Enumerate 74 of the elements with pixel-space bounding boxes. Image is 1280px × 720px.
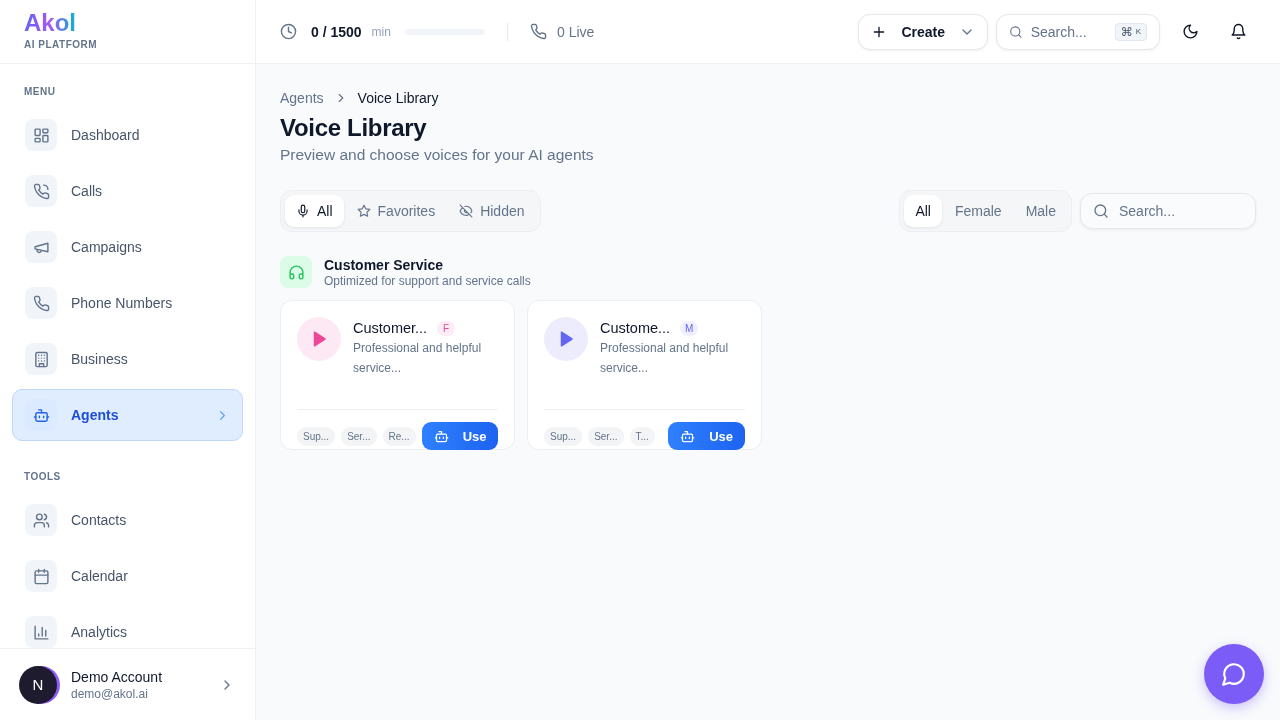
voice-description: Professional and helpful service... <box>600 340 730 377</box>
play-button[interactable] <box>297 317 341 361</box>
chat-bubble-icon <box>1221 661 1247 687</box>
chart-icon <box>32 623 50 641</box>
sidebar-item[interactable]: Analytics <box>12 606 243 648</box>
search-icon <box>1009 23 1023 40</box>
search-field[interactable]: Search... <box>1080 193 1256 229</box>
sidebar-item[interactable]: Phone Numbers <box>12 277 243 329</box>
section-heading: MENU <box>23 85 57 99</box>
voice-name: Customer... <box>353 320 428 336</box>
tag: Ser... <box>341 426 377 446</box>
chat-button[interactable] <box>1204 644 1264 704</box>
tag: Ser... <box>588 426 624 446</box>
usage-unit: min <box>371 24 391 39</box>
filter-tab[interactable]: All <box>285 195 344 227</box>
search-input[interactable]: Search... <box>1119 203 1239 219</box>
search-input[interactable]: Search... <box>1030 23 1107 40</box>
account-email: demo@akol.ai <box>71 686 148 701</box>
keyboard-shortcut: ⌘ K <box>1114 22 1147 41</box>
eye-off-icon <box>459 204 474 218</box>
page-subtitle: Preview and choose voices for your AI agents <box>280 146 595 164</box>
robot-icon <box>433 428 449 444</box>
brand-tagline: AI PLATFORM <box>24 39 98 50</box>
robot-icon <box>680 428 696 444</box>
account-name: Demo Account <box>71 668 163 685</box>
gender-tab[interactable]: Male <box>1014 195 1067 227</box>
sidebar-item[interactable]: Campaigns <box>12 221 243 273</box>
gender-badge: M <box>680 320 699 336</box>
filter-tab[interactable]: Favorites <box>345 195 447 227</box>
create-button[interactable]: Create <box>858 13 988 50</box>
voice-description: Professional and helpful service... <box>353 340 483 377</box>
use-button[interactable]: Use <box>668 422 745 450</box>
microphone-icon <box>296 204 310 218</box>
gender-badge: F <box>437 320 456 336</box>
filter-tab[interactable]: Hidden <box>448 195 536 227</box>
star-icon <box>356 204 371 218</box>
tag: Sup... <box>544 426 583 446</box>
bell-icon <box>1229 23 1247 40</box>
phone-icon <box>32 294 50 312</box>
breadcrumb-link[interactable]: Agents <box>280 90 324 106</box>
gender-tab[interactable]: All <box>904 195 942 227</box>
search-icon <box>1093 203 1109 219</box>
gender-tab[interactable]: Female <box>943 195 1013 227</box>
voice-name: Custome... <box>600 320 671 336</box>
usage-value: 0 / 1500 <box>311 23 362 40</box>
calendar-icon <box>32 567 50 585</box>
live-calls-count: 0 Live <box>556 23 595 40</box>
people-icon <box>32 511 50 529</box>
category-description: Optimized for support and service calls <box>324 273 531 288</box>
building-icon <box>32 350 50 368</box>
avatar: N <box>19 665 57 704</box>
sidebar-item[interactable]: Dashboard <box>12 109 243 161</box>
sidebar-item[interactable]: Calls <box>12 165 243 217</box>
sidebar-item[interactable]: Calendar <box>12 550 243 602</box>
sidebar-item[interactable]: Business <box>12 333 243 385</box>
grid-icon <box>32 126 50 144</box>
clock-icon <box>280 23 297 40</box>
section-heading: TOOLS <box>23 470 62 484</box>
sidebar-item[interactable]: Contacts <box>12 494 243 546</box>
category-title: Customer Service <box>324 256 445 273</box>
breadcrumb-current: Voice Library <box>357 90 439 106</box>
play-button[interactable] <box>544 317 588 361</box>
headphones-icon <box>287 263 305 281</box>
robot-icon <box>32 406 50 424</box>
tag: T... <box>629 426 655 446</box>
phone-icon <box>529 23 547 40</box>
phone-icon <box>32 182 50 200</box>
moon-icon <box>1181 23 1199 40</box>
use-button[interactable]: Use <box>421 422 499 450</box>
tag: Re... <box>382 426 416 446</box>
tag: Sup... <box>297 426 336 446</box>
page-title: Voice Library <box>280 114 428 142</box>
sidebar-item[interactable]: Agents <box>12 389 243 441</box>
search-field[interactable]: Search... ⌘ K <box>996 13 1160 50</box>
